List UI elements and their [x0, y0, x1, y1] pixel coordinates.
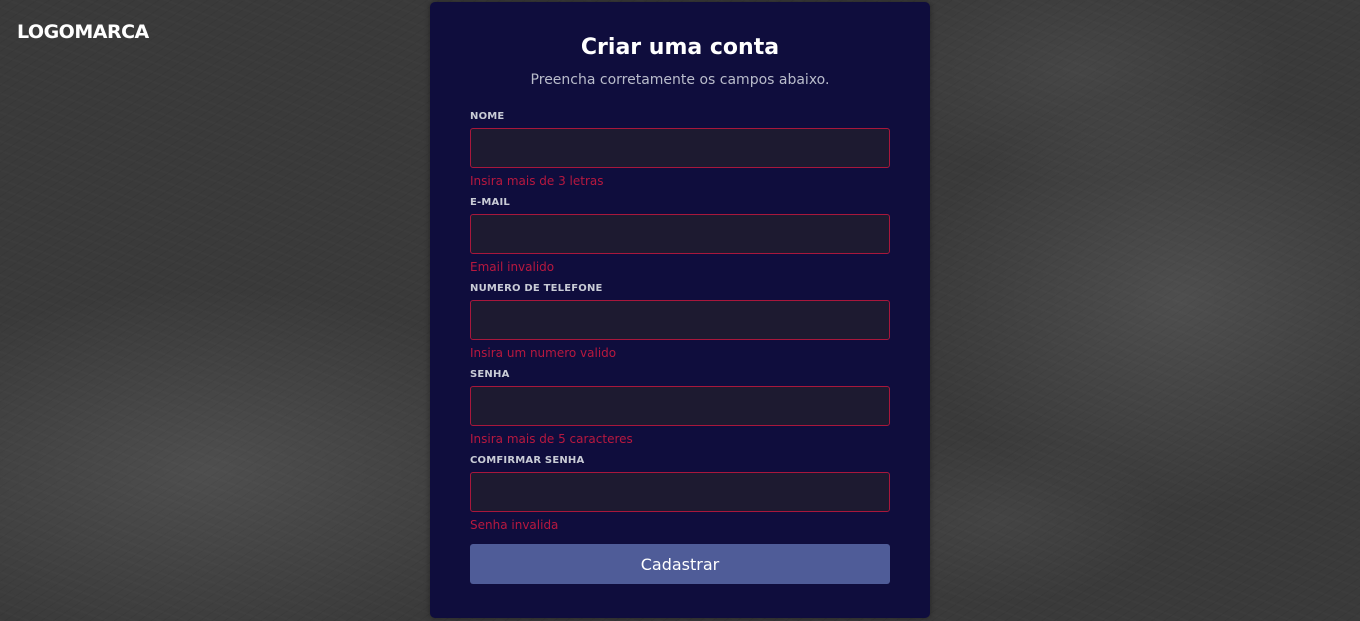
name-label: NOME	[470, 111, 505, 122]
confirm-password-error: Senha invalida	[470, 518, 559, 532]
password-error: Insira mais de 5 caracteres	[470, 432, 633, 446]
phone-field-group: NUMERO DE TELEFONE Insira um numero vali…	[470, 282, 890, 361]
email-field-group: E-MAIL Email invalido	[470, 196, 890, 275]
confirm-password-input[interactable]	[470, 472, 890, 512]
name-field-group: NOME Insira mais de 3 letras	[470, 110, 890, 189]
phone-input[interactable]	[470, 300, 890, 340]
confirm-password-field-group: COMFIRMAR SENHA Senha invalida	[470, 454, 890, 533]
password-input[interactable]	[470, 386, 890, 426]
name-error: Insira mais de 3 letras	[470, 174, 604, 188]
phone-label: NUMERO DE TELEFONE	[470, 283, 603, 294]
email-error: Email invalido	[470, 260, 555, 274]
logo: LOGOMARCA	[17, 21, 149, 43]
register-button[interactable]: Cadastrar	[470, 544, 890, 584]
form-subtitle: Preencha corretamente os campos abaixo.	[530, 72, 830, 88]
confirm-password-label: COMFIRMAR SENHA	[470, 455, 585, 466]
form-title: Criar uma conta	[580, 35, 780, 60]
email-label: E-MAIL	[470, 197, 510, 208]
phone-error: Insira um numero valido	[470, 346, 617, 360]
password-field-group: SENHA Insira mais de 5 caracteres	[470, 368, 890, 447]
email-input[interactable]	[470, 214, 890, 254]
signup-card: Criar uma conta Preencha corretamente os…	[430, 2, 930, 618]
name-input[interactable]	[470, 128, 890, 168]
password-label: SENHA	[470, 369, 510, 380]
